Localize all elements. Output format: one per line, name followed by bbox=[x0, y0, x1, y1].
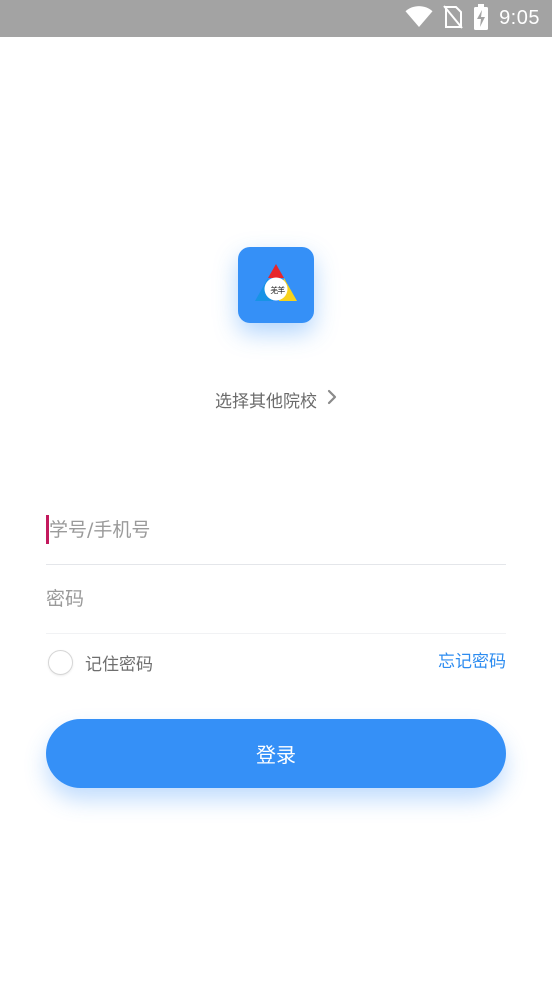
battery-charging-icon bbox=[473, 3, 489, 34]
remember-password-label: 记住密码 bbox=[85, 654, 153, 675]
remember-password-radio[interactable] bbox=[48, 649, 73, 675]
login-screen: 9:05 羌 羊 选择其他院校 学号/手机号 记住密码 忘记密码 登录 bbox=[0, 0, 552, 983]
no-sim-icon bbox=[443, 4, 463, 33]
status-time: 9:05 bbox=[499, 7, 540, 29]
chevron-right-icon bbox=[327, 389, 337, 410]
select-other-school-link[interactable]: 选择其他院校 bbox=[0, 385, 552, 413]
password-input[interactable] bbox=[46, 565, 506, 633]
login-button[interactable]: 登录 bbox=[46, 719, 506, 788]
wifi-icon bbox=[405, 5, 433, 32]
password-field bbox=[46, 565, 506, 634]
app-logo: 羌 羊 bbox=[238, 247, 314, 323]
status-icons: 9:05 bbox=[395, 0, 540, 37]
status-bar: 9:05 bbox=[0, 0, 552, 37]
text-cursor bbox=[46, 515, 49, 544]
forgot-password-link[interactable]: 忘记密码 bbox=[438, 647, 506, 677]
svg-text:羊: 羊 bbox=[277, 285, 285, 295]
remember-password-toggle[interactable]: 记住密码 bbox=[48, 647, 153, 677]
select-school-label: 选择其他院校 bbox=[215, 391, 317, 412]
account-input[interactable] bbox=[46, 496, 506, 564]
account-field bbox=[46, 496, 506, 565]
school-logo-icon: 羌 羊 bbox=[255, 264, 297, 301]
